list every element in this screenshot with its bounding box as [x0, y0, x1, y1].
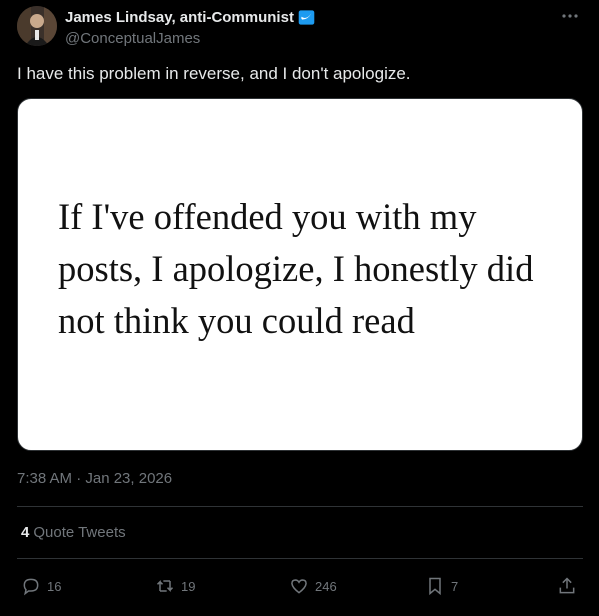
- bookmark-icon: [429, 577, 441, 596]
- retweet-button[interactable]: 19: [155, 572, 195, 600]
- reply-icon: [23, 578, 39, 596]
- author-handle[interactable]: @ConceptualJames: [65, 30, 200, 47]
- divider: [17, 506, 583, 507]
- media-text-line: not think you could read: [58, 300, 415, 341]
- media-text-line: If I've offended you with my: [58, 196, 477, 237]
- heart-icon: [291, 579, 307, 594]
- tweet-media-image[interactable]: If I've offended you with my posts, I ap…: [17, 98, 583, 451]
- quote-tweets-count: 4: [21, 524, 30, 541]
- bookmark-button[interactable]: 7: [425, 572, 458, 600]
- bookmark-count: 7: [451, 578, 459, 594]
- quote-tweets-link[interactable]: 4 Quote Tweets: [21, 524, 126, 541]
- like-count: 246: [315, 578, 337, 594]
- media-text-line: posts, I apologize, I honestly did: [58, 248, 534, 289]
- media-text: If I've offended you with my posts, I ap…: [58, 191, 578, 347]
- tweet: James Lindsay, anti-Communist @Conceptua…: [0, 0, 599, 616]
- share-icon: [559, 577, 575, 594]
- divider: [17, 558, 583, 559]
- tweet-timestamp[interactable]: 7:38 AM · Jan 23, 2026: [17, 470, 172, 487]
- retweet-count: 19: [181, 578, 196, 594]
- share-button[interactable]: [557, 572, 577, 600]
- quote-tweets-label: Quote Tweets: [33, 524, 126, 541]
- tweet-text: I have this problem in reverse, and I do…: [17, 64, 411, 83]
- avatar-image: [17, 6, 57, 46]
- author-name-row[interactable]: James Lindsay, anti-Communist: [65, 9, 315, 26]
- retweet-icon: [156, 580, 174, 592]
- author-display-name[interactable]: James Lindsay, anti-Communist: [65, 9, 294, 26]
- verified-badge-icon: [298, 9, 315, 26]
- action-bar: 16 19 246 7: [17, 572, 583, 600]
- avatar[interactable]: [17, 6, 57, 46]
- like-button[interactable]: 246: [289, 572, 337, 600]
- reply-count: 16: [47, 578, 62, 594]
- reply-button[interactable]: 16: [21, 572, 61, 600]
- more-options-icon[interactable]: [559, 6, 581, 26]
